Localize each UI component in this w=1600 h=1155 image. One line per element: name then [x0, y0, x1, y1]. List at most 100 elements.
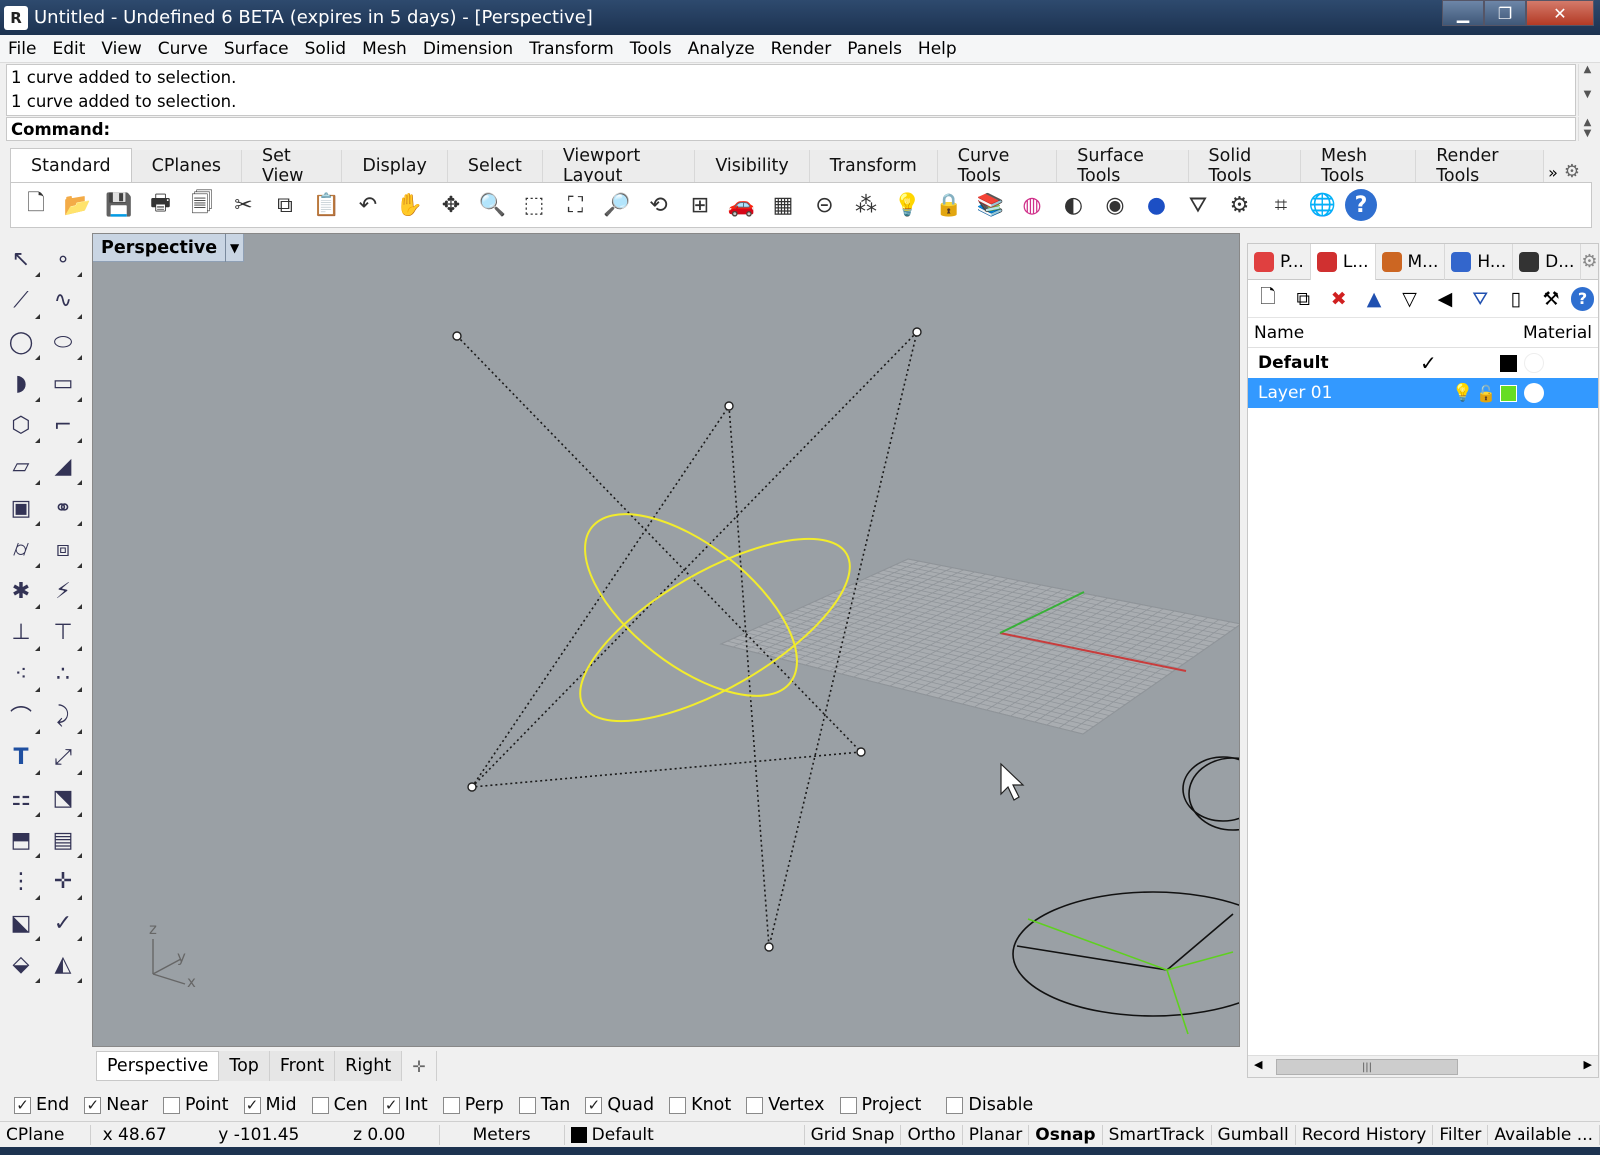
osnap-end[interactable]: ✓ End	[14, 1095, 69, 1115]
status-cplane[interactable]: CPlane	[0, 1124, 91, 1145]
group-icon[interactable]: ⁖	[2, 655, 40, 693]
rectangle-icon[interactable]: ▭	[44, 365, 82, 403]
viewport-tab-right[interactable]: Right	[335, 1051, 403, 1081]
panel-tab-layers[interactable]: L...	[1310, 243, 1376, 280]
move-down-icon[interactable]: ▽	[1394, 283, 1426, 315]
layer-help-icon[interactable]: ?	[1570, 286, 1595, 311]
menu-item-file[interactable]: File	[0, 39, 44, 59]
column-material[interactable]: Material	[1523, 323, 1592, 343]
lightbulb-icon[interactable]: 💡	[889, 186, 927, 224]
osnap-checkbox[interactable]	[839, 1096, 857, 1114]
status-toggle-available[interactable]: Available ...	[1488, 1124, 1600, 1145]
light-icon[interactable]: ⚡	[44, 572, 82, 610]
tab-transform[interactable]: Transform	[809, 150, 938, 182]
blend-icon[interactable]: ⤸	[44, 697, 82, 735]
tab-select[interactable]: Select	[447, 150, 543, 182]
delete-layer-icon[interactable]: ✖	[1323, 283, 1355, 315]
osnap-project[interactable]: Project	[839, 1095, 921, 1115]
ungroup-icon[interactable]: ∴	[44, 655, 82, 693]
circle-icon[interactable]: ◯	[2, 323, 40, 361]
viewport-tab-front[interactable]: Front	[269, 1051, 336, 1081]
undo-icon[interactable]: ↶	[349, 186, 387, 224]
open-folder-icon[interactable]: 📂	[59, 186, 97, 224]
status-toggle-gumball[interactable]: Gumball	[1212, 1124, 1296, 1145]
osnap-disable[interactable]: Disable	[946, 1095, 1033, 1115]
osnap-checkbox[interactable]: ✓	[243, 1096, 261, 1114]
render-shapes-icon[interactable]: ⬙	[2, 946, 40, 984]
cut-icon[interactable]: ✂	[225, 186, 263, 224]
status-toggle-ortho[interactable]: Ortho	[901, 1124, 963, 1145]
control-point[interactable]	[764, 942, 774, 952]
panel-horizontal-scrollbar[interactable]: ◀ ||| ▶	[1248, 1055, 1598, 1077]
osnap-point[interactable]: Point	[163, 1095, 229, 1115]
zoom-icon[interactable]: 🔍	[474, 186, 512, 224]
extrude-surface-icon[interactable]: ◢	[44, 448, 82, 486]
tab-set-view[interactable]: Set View	[241, 146, 343, 186]
sphere-rendered-icon[interactable]: ◉	[1096, 186, 1134, 224]
layer-material-swatch[interactable]	[1524, 353, 1544, 373]
layer-tools-icon[interactable]: ⚒	[1535, 283, 1567, 315]
panel-tab-display[interactable]: D...	[1513, 243, 1582, 280]
globe-icon[interactable]: 🌐	[1304, 186, 1342, 224]
sphere-shaded-icon[interactable]: ◐	[1055, 186, 1093, 224]
menu-item-tools[interactable]: Tools	[622, 39, 680, 59]
box-icon[interactable]: ▣	[2, 489, 40, 527]
more-tabs-icon[interactable]: »	[1544, 163, 1562, 182]
osnap-mid[interactable]: ✓ Mid	[243, 1095, 297, 1115]
viewport-title[interactable]: Perspective ▼	[93, 234, 245, 262]
osnap-quad[interactable]: ✓ Quad	[585, 1095, 654, 1115]
menu-item-dimension[interactable]: Dimension	[415, 39, 521, 59]
tab-display[interactable]: Display	[342, 150, 448, 182]
status-toggle-record-history[interactable]: Record History	[1296, 1124, 1434, 1145]
perspective-viewport[interactable]: z y x Perspective ▼	[92, 233, 1240, 1047]
current-layer-check-icon[interactable]: ✓	[1420, 351, 1437, 375]
material-icon[interactable]: ◭	[44, 946, 82, 984]
scale-icon[interactable]: ⬔	[44, 780, 82, 818]
osnap-checkbox[interactable]: ✓	[382, 1096, 400, 1114]
fillet-icon[interactable]: ⌐	[44, 406, 82, 444]
new-sublayer-icon[interactable]: ⧉	[1287, 283, 1319, 315]
layers-icon[interactable]: 📚	[972, 186, 1010, 224]
panel-tab-help-panel[interactable]: H...	[1445, 243, 1514, 280]
viewport-tab-top[interactable]: Top	[219, 1051, 270, 1081]
dimension-icon[interactable]: ⤢	[44, 738, 82, 776]
history-scrollbar[interactable]: ▲ ▼	[1578, 64, 1596, 116]
text-icon[interactable]: T	[2, 738, 40, 776]
lock-icon[interactable]: 🔒	[930, 186, 968, 224]
new-file-icon[interactable]: 🗋	[17, 186, 55, 224]
control-point[interactable]	[452, 331, 462, 341]
new-layer-icon[interactable]: 🗋	[1252, 283, 1284, 315]
surface-icon[interactable]: ▱	[2, 448, 40, 486]
layer-states-icon[interactable]: ▯	[1500, 283, 1532, 315]
osnap-perp[interactable]: Perp	[442, 1095, 504, 1115]
osnap-checkbox[interactable]	[311, 1096, 329, 1114]
polyline-icon[interactable]: ⟋	[2, 282, 40, 320]
layer-color-swatch[interactable]	[1500, 384, 1517, 402]
grid-array-icon[interactable]: ⋮	[2, 863, 40, 901]
undo-view-icon[interactable]: ⟲	[640, 186, 678, 224]
tab-solid-tools[interactable]: Solid Tools	[1188, 146, 1302, 186]
point-icon[interactable]: ∘	[44, 240, 82, 278]
osnap-checkbox[interactable]	[946, 1096, 964, 1114]
zoom-selected-icon[interactable]: 🔎	[598, 186, 636, 224]
close-button[interactable]: ✕	[1526, 0, 1594, 26]
tab-render-tools[interactable]: Render Tools	[1416, 146, 1545, 186]
polygon-icon[interactable]: ⬡	[2, 406, 40, 444]
split-icon[interactable]: ⊤	[44, 614, 82, 652]
osnap-checkbox[interactable]	[163, 1096, 181, 1114]
car-icon[interactable]: 🚗	[723, 186, 761, 224]
analyze-icon[interactable]: ⬕	[2, 904, 40, 942]
tab-cplanes[interactable]: CPlanes	[131, 150, 242, 182]
osnap-checkbox[interactable]: ✓	[585, 1096, 603, 1114]
color-wheel-icon[interactable]: ◍	[1013, 186, 1051, 224]
trim-icon[interactable]: ⊥	[2, 614, 40, 652]
gear-tools-icon[interactable]: ⚙	[1221, 186, 1259, 224]
control-point[interactable]	[856, 747, 866, 757]
print-icon[interactable]: 🖶	[142, 186, 180, 224]
tab-standard[interactable]: Standard	[10, 148, 132, 182]
status-layer[interactable]: Default	[565, 1124, 805, 1145]
page-icon[interactable]: 🗐	[183, 186, 221, 224]
layer-material-swatch[interactable]	[1524, 383, 1544, 403]
arc-icon[interactable]: ◗	[2, 365, 40, 403]
osnap-icon[interactable]: ⊝	[806, 186, 844, 224]
